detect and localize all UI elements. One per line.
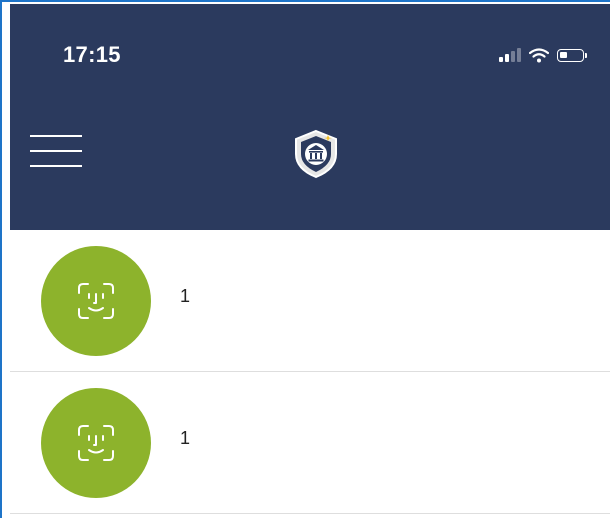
face-id-icon — [78, 283, 114, 319]
hamburger-menu-icon[interactable] — [30, 132, 82, 170]
avatar — [41, 246, 151, 356]
app-frame: 17:15 1 1 — [0, 0, 610, 518]
status-time: 17:15 — [63, 42, 121, 67]
avatar — [41, 388, 151, 498]
signal-icon — [499, 48, 521, 62]
list-item-label: 1 — [180, 428, 192, 448]
list-item[interactable]: 1 — [10, 372, 610, 514]
status-icons — [499, 46, 587, 64]
list-item[interactable]: 1 — [10, 230, 610, 372]
list-item-label: 1 — [180, 286, 192, 306]
app-header: 17:15 — [10, 4, 610, 230]
bank-shield-icon — [295, 129, 337, 179]
account-list: 1 1 — [10, 230, 610, 514]
face-id-icon — [78, 425, 114, 461]
wifi-icon — [529, 47, 549, 62]
battery-icon — [557, 48, 587, 62]
